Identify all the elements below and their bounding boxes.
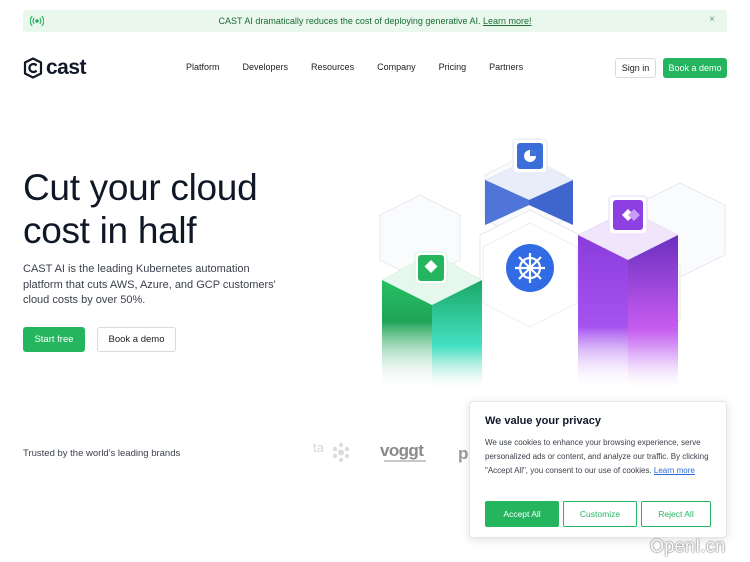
brand-logo-partial: p <box>458 444 469 463</box>
brand-logo-ta: ta <box>313 440 324 455</box>
logo-text: cast <box>46 56 87 79</box>
trusted-by-label: Trusted by the world's leading brands <box>23 448 181 459</box>
announcement-banner: CAST AI dramatically reduces the cost of… <box>23 10 727 32</box>
brand-logo-voggt: voggt <box>380 441 424 460</box>
banner-message: CAST AI dramatically reduces the cost of… <box>218 16 481 26</box>
banner-text: CAST AI dramatically reduces the cost of… <box>23 16 727 26</box>
book-demo-hero-button[interactable]: Book a demo <box>97 327 176 352</box>
cast-logo[interactable]: cast <box>23 56 87 80</box>
brand-voggt-tagline <box>384 460 426 462</box>
nav-resources[interactable]: Resources <box>311 62 354 72</box>
reject-all-button[interactable]: Reject All <box>641 501 711 527</box>
close-icon[interactable]: × <box>709 14 715 25</box>
book-demo-header-button[interactable]: Book a demo <box>663 58 727 78</box>
nav-platform[interactable]: Platform <box>186 62 220 72</box>
hero-title-line2: cost in half <box>23 210 197 251</box>
hero-title-line1: Cut your cloud <box>23 167 258 208</box>
customize-button[interactable]: Customize <box>563 501 637 527</box>
cookie-learn-more-link[interactable]: Learn more <box>654 466 695 475</box>
nav-company[interactable]: Company <box>377 62 416 72</box>
start-free-button[interactable]: Start free <box>23 327 85 352</box>
cookie-text: We use cookies to enhance your browsing … <box>485 436 717 478</box>
brand-ta-mark-icon <box>332 442 350 463</box>
nav-developers[interactable]: Developers <box>243 62 289 72</box>
banner-learn-more-link[interactable]: Learn more! <box>483 16 532 26</box>
sign-in-button[interactable]: Sign in <box>615 58 656 78</box>
nav-pricing[interactable]: Pricing <box>439 62 467 72</box>
cast-logo-icon <box>23 57 43 79</box>
accept-all-button[interactable]: Accept All <box>485 501 559 527</box>
watermark: OpenI.cn <box>650 536 726 556</box>
hero-illustration <box>379 138 726 390</box>
cookie-consent-dialog: We value your privacy We use cookies to … <box>469 401 727 538</box>
nav-partners[interactable]: Partners <box>489 62 523 72</box>
broadcast-icon <box>30 15 44 27</box>
cookie-title: We value your privacy <box>485 415 601 427</box>
main-nav: Platform Developers Resources Company Pr… <box>186 62 546 72</box>
hero-description: CAST AI is the leading Kubernetes automa… <box>23 263 276 306</box>
hero-title: Cut your cloud cost in half <box>23 166 323 252</box>
